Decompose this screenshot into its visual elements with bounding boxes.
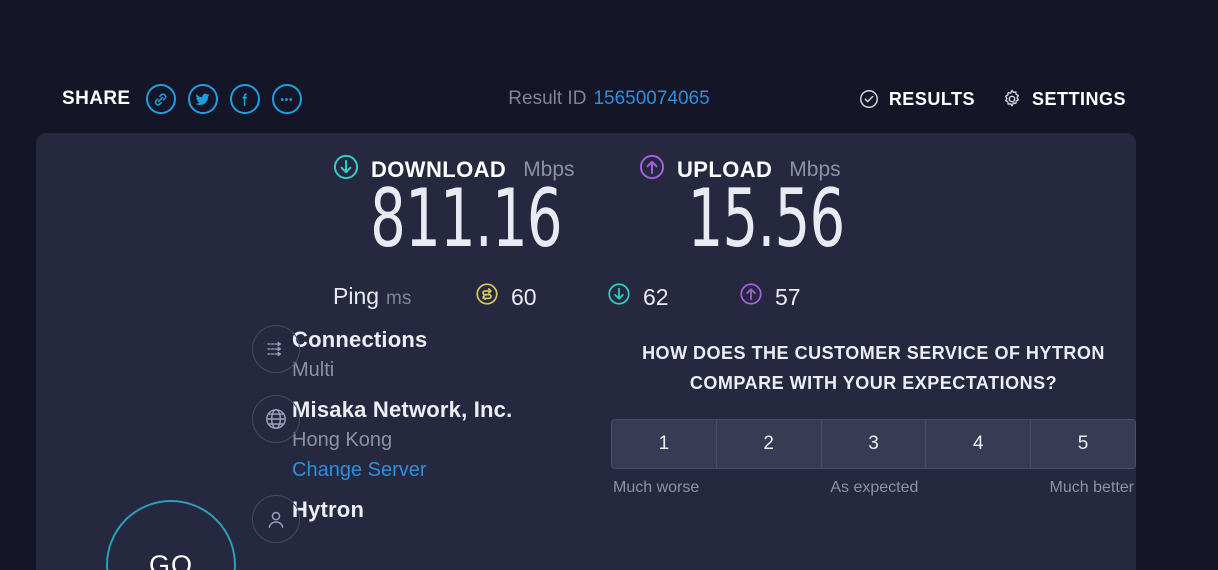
survey-legend: Much worse As expected Much better [611, 479, 1136, 497]
download-value: 811.16 [370, 172, 562, 265]
upload-value: 15.56 [687, 172, 846, 265]
isp-info-row: Hytron [216, 495, 546, 543]
speed-headers: DOWNLOAD Mbps UPLOAD Mbps [36, 153, 1136, 187]
top-bar: SHARE Result ID 15650074065 RESULTS SETT… [0, 74, 1218, 124]
results-card: DOWNLOAD Mbps UPLOAD Mbps 811.16 15.56 P… [36, 133, 1136, 570]
connections-title: Connections [292, 327, 428, 352]
change-server-link[interactable]: Change Server [292, 455, 546, 485]
legend-much-better: Much better [1049, 479, 1134, 496]
connection-info-list: Connections Multi Misaka Network, Inc. H… [216, 325, 546, 553]
ping-download-value: 62 [643, 283, 669, 310]
check-circle-icon [858, 88, 880, 110]
server-location: Hong Kong [292, 429, 393, 451]
results-nav-label: RESULTS [888, 88, 975, 109]
speedtest-result-page: SHARE Result ID 15650074065 RESULTS SETT… [0, 0, 1218, 570]
survey-panel: HOW DOES THE CUSTOMER SERVICE OF HYTRON … [611, 338, 1136, 497]
connections-icon [252, 325, 300, 373]
ping-label-text: Ping [333, 283, 380, 309]
ping-row: Ping ms 60 62 57 [36, 281, 1136, 315]
result-id-label: Result ID [508, 88, 587, 109]
legend-much-worse: Much worse [613, 479, 700, 496]
ping-upload-value: 57 [775, 283, 801, 310]
rating-option-2[interactable]: 2 [716, 420, 822, 468]
server-info-row: Misaka Network, Inc. Hong Kong Change Se… [216, 395, 546, 485]
rating-option-4[interactable]: 4 [926, 420, 1032, 468]
ping-idle-value: 60 [511, 283, 537, 310]
rating-option-3[interactable]: 3 [821, 420, 927, 468]
top-navigation: RESULTS SETTINGS [858, 74, 1126, 124]
ping-unit: ms [386, 288, 412, 309]
upload-arrow-icon [638, 153, 666, 186]
rating-option-1[interactable]: 1 [612, 420, 717, 468]
survey-question-line-1: HOW DOES THE CUSTOMER SERVICE OF HYTRON [642, 343, 1105, 363]
ping-upload: 57 [738, 281, 801, 313]
go-button-label: GO [148, 549, 193, 570]
download-arrow-icon [606, 281, 632, 313]
result-id-value[interactable]: 15650074065 [593, 88, 709, 110]
ping-label: Ping ms [333, 283, 411, 310]
ping-idle: 60 [474, 281, 537, 313]
idle-latency-icon [474, 281, 500, 313]
settings-nav-item[interactable]: SETTINGS [1001, 88, 1126, 110]
person-icon [252, 495, 300, 543]
server-name: Misaka Network, Inc. [292, 397, 513, 422]
ping-download: 62 [606, 281, 669, 313]
legend-as-expected: As expected [830, 479, 919, 496]
gear-icon [1001, 88, 1023, 110]
settings-nav-label: SETTINGS [1031, 88, 1126, 109]
upload-arrow-icon [738, 281, 764, 313]
download-arrow-icon [332, 153, 360, 186]
globe-icon [252, 395, 300, 443]
connections-value: Multi [292, 359, 335, 381]
rating-option-5[interactable]: 5 [1031, 420, 1135, 468]
survey-question-line-2: COMPARE WITH YOUR EXPECTATIONS? [689, 373, 1058, 393]
isp-name: Hytron [292, 497, 365, 522]
connections-info-row: Connections Multi [216, 325, 546, 385]
survey-rating-group: 1 2 3 4 5 [611, 419, 1136, 469]
results-nav-item[interactable]: RESULTS [858, 88, 975, 110]
